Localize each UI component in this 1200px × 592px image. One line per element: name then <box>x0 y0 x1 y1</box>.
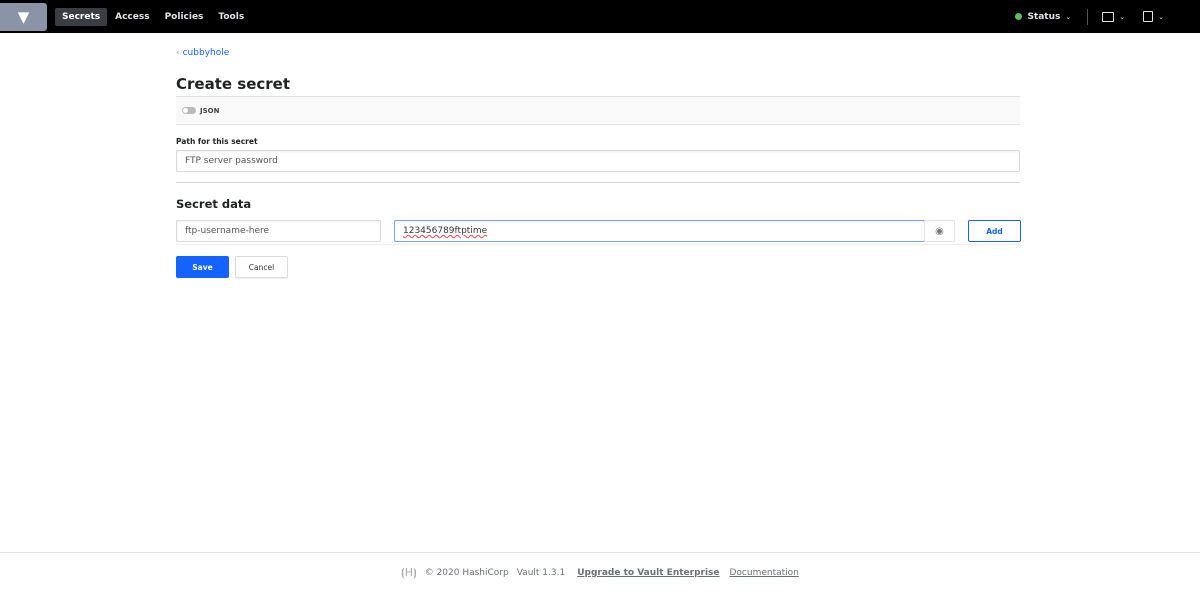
status-dot-icon <box>1015 13 1023 20</box>
chevron-down-icon: ⌄ <box>1119 12 1126 21</box>
vault-logo[interactable]: ▼ <box>0 2 47 31</box>
upgrade-link[interactable]: Upgrade to Vault Enterprise <box>577 568 719 578</box>
breadcrumb[interactable]: ‹ cubbyhole <box>176 48 229 58</box>
footer: ⦗H⦘ © 2020 HashiCorp Vault 1.3.1 Upgrade… <box>0 552 1200 592</box>
divider <box>176 182 1020 183</box>
copyright: © 2020 HashiCorp <box>424 567 509 578</box>
nav-policies[interactable]: Policies <box>158 8 211 26</box>
add-button[interactable]: Add <box>968 220 1021 242</box>
status-label: Status <box>1027 11 1061 22</box>
show-value-button[interactable]: ◉ <box>924 220 955 242</box>
secret-value-text: 123456789ftptime <box>403 226 488 236</box>
version: Vault 1.3.1 <box>516 567 566 578</box>
secret-value-input[interactable]: 123456789ftptime <box>394 220 925 242</box>
chevron-down-icon: ⌄ <box>1158 12 1164 21</box>
nav-access[interactable]: Access <box>108 8 156 26</box>
chevron-left-icon: ‹ <box>176 48 180 58</box>
hashicorp-logo-icon: ⦗H⦘ <box>401 565 417 579</box>
secret-key-input[interactable]: ftp-username-here <box>176 220 381 242</box>
toolbar: JSON <box>176 96 1020 125</box>
terminal-icon <box>1102 11 1115 22</box>
save-button[interactable]: Save <box>176 256 229 278</box>
divider <box>1087 8 1089 25</box>
json-toggle-label: JSON <box>200 106 220 115</box>
cancel-button[interactable]: Cancel <box>235 256 288 278</box>
path-label: Path for this secret <box>176 137 258 146</box>
breadcrumb-link[interactable]: cubbyhole <box>183 48 230 58</box>
json-toggle[interactable] <box>182 107 196 114</box>
user-icon <box>1143 11 1154 22</box>
console-menu[interactable]: ⌄ <box>1102 11 1126 22</box>
secret-data-heading: Secret data <box>176 197 252 211</box>
user-menu[interactable]: ⌄ <box>1143 11 1164 22</box>
path-input[interactable]: FTP server password <box>176 150 1020 172</box>
nav-secrets[interactable]: Secrets <box>55 7 108 26</box>
status-menu[interactable]: Status ⌄ <box>1015 12 1071 22</box>
eye-icon: ◉ <box>935 225 944 237</box>
documentation-link[interactable]: Documentation <box>730 568 799 578</box>
chevron-down-icon: ⌄ <box>1065 12 1072 21</box>
page-title: Create secret <box>176 75 291 93</box>
nav-tools[interactable]: Tools <box>211 8 251 26</box>
top-nav: ▼ Secrets Access Policies Tools Status ⌄… <box>0 0 1200 33</box>
divider <box>176 244 1020 245</box>
